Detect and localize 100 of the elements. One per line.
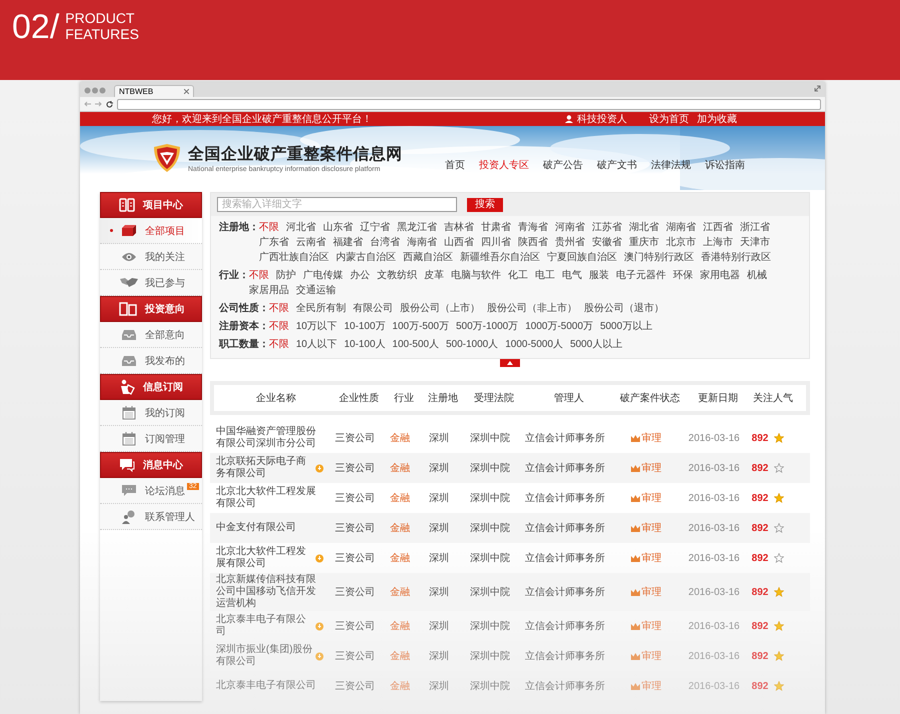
- filter-option[interactable]: 5000万以上: [600, 319, 652, 334]
- sidebar-item[interactable]: 我发布的: [100, 348, 202, 374]
- filter-option[interactable]: 四川省: [481, 235, 511, 250]
- company-name[interactable]: 北京泰丰电子有限公司: [216, 614, 313, 638]
- company-name[interactable]: 中金支付有限公司: [216, 522, 296, 534]
- sidebar-item[interactable]: 我已参与: [100, 270, 202, 296]
- filter-option[interactable]: 电子元器件: [616, 268, 666, 283]
- filter-option[interactable]: 500万-1000万: [456, 319, 518, 334]
- filter-option[interactable]: 电脑与软件: [451, 268, 501, 283]
- star-icon[interactable]: [774, 523, 784, 533]
- filter-option[interactable]: 河北省: [286, 220, 316, 235]
- filter-option[interactable]: 10-100万: [344, 319, 386, 334]
- filter-option[interactable]: 广电传媒: [303, 268, 343, 283]
- filter-option[interactable]: 股份公司（上市）: [400, 301, 480, 316]
- filter-option[interactable]: 天津市: [740, 235, 770, 250]
- filter-option[interactable]: 河南省: [555, 220, 585, 235]
- filter-option[interactable]: 10万以下: [296, 319, 338, 334]
- star-icon[interactable]: [774, 553, 784, 563]
- forward-icon[interactable]: [95, 101, 102, 107]
- nav-tab[interactable]: 投资人专区: [479, 158, 529, 172]
- filter-option[interactable]: 北京市: [666, 235, 696, 250]
- filter-option[interactable]: 100万-500万: [392, 319, 449, 334]
- filter-option[interactable]: 福建省: [333, 235, 363, 250]
- star-icon[interactable]: [774, 493, 784, 503]
- filter-option[interactable]: 广东省: [259, 235, 289, 250]
- sidebar-header[interactable]: 信息订阅: [100, 374, 202, 400]
- filter-option[interactable]: 5000人以上: [570, 337, 622, 352]
- nav-tab[interactable]: 破产文书: [597, 158, 637, 172]
- nav-tab[interactable]: 破产公告: [543, 158, 583, 172]
- filter-option[interactable]: 新疆维吾尔自治区: [460, 250, 540, 265]
- window-buttons-icon[interactable]: [84, 87, 106, 94]
- close-icon[interactable]: [184, 89, 189, 94]
- filter-option[interactable]: 上海市: [703, 235, 733, 250]
- company-name[interactable]: 北京北大软件工程发展有限公司: [216, 546, 313, 570]
- sidebar-item[interactable]: 全部项目: [100, 218, 202, 244]
- sidebar-header[interactable]: 消息中心: [100, 452, 202, 478]
- filter-option[interactable]: 文教纺织: [377, 268, 417, 283]
- nav-tab[interactable]: 首页: [445, 158, 465, 172]
- column-header[interactable]: 破产案件状态: [614, 391, 686, 405]
- column-header[interactable]: 企业性质: [332, 391, 386, 405]
- filter-option[interactable]: 股份公司（退市）: [584, 301, 664, 316]
- filter-option[interactable]: 湖南省: [666, 220, 696, 235]
- sidebar-header[interactable]: 投资意向: [100, 296, 202, 322]
- filter-option[interactable]: 股份公司（非上市）: [487, 301, 577, 316]
- filter-option[interactable]: 辽宁省: [360, 220, 390, 235]
- company-name[interactable]: 北京北大软件工程发展有限公司: [216, 486, 324, 510]
- filter-option[interactable]: 电气: [562, 268, 582, 283]
- filter-option[interactable]: 台湾省: [370, 235, 400, 250]
- column-header[interactable]: 行业: [386, 391, 422, 405]
- column-header[interactable]: 管理人: [524, 391, 614, 405]
- nav-tab[interactable]: 诉讼指南: [705, 158, 745, 172]
- header-link[interactable]: 设为首页: [649, 112, 689, 126]
- filter-option[interactable]: 宁夏回族自治区: [547, 250, 617, 265]
- filter-option[interactable]: 江苏省: [592, 220, 622, 235]
- filter-option[interactable]: 湖北省: [629, 220, 659, 235]
- filter-option[interactable]: 云南省: [296, 235, 326, 250]
- column-header[interactable]: 关注人气: [750, 391, 796, 405]
- filter-option[interactable]: 陕西省: [518, 235, 548, 250]
- nav-tab[interactable]: 法律法规: [651, 158, 691, 172]
- filter-option[interactable]: 不限: [269, 301, 289, 316]
- filter-option[interactable]: 青海省: [518, 220, 548, 235]
- sidebar-item[interactable]: 我的订阅: [100, 400, 202, 426]
- filter-option[interactable]: 电工: [535, 268, 555, 283]
- filter-option[interactable]: 服装: [589, 268, 609, 283]
- address-field[interactable]: [117, 98, 821, 110]
- company-name[interactable]: 北京联拓天际电子商务有限公司: [216, 456, 313, 480]
- filter-option[interactable]: 山西省: [444, 235, 474, 250]
- sidebar-item[interactable]: 订阅管理: [100, 426, 202, 452]
- expand-icon[interactable]: [814, 85, 821, 92]
- back-icon[interactable]: [84, 101, 91, 107]
- filter-option[interactable]: 化工: [508, 268, 528, 283]
- filter-option[interactable]: 广西壮族自治区: [259, 250, 329, 265]
- filter-option[interactable]: 不限: [269, 337, 289, 352]
- company-name[interactable]: 中国华融资产管理股份有限公司深圳市分公司: [216, 426, 324, 450]
- header-link[interactable]: 加为收藏: [697, 112, 737, 126]
- browser-tab[interactable]: NTBWEB: [114, 85, 194, 97]
- filter-option[interactable]: 不限: [259, 220, 279, 235]
- filter-option[interactable]: 海南省: [407, 235, 437, 250]
- column-header[interactable]: 企业名称: [220, 391, 332, 405]
- user-name[interactable]: 科技投资人: [577, 112, 627, 126]
- filter-option[interactable]: 100-500人: [392, 337, 439, 352]
- star-icon[interactable]: [774, 621, 784, 631]
- company-name[interactable]: 北京新媒传信科技有限公司中国移动飞信开发运营机构: [216, 574, 324, 610]
- search-field[interactable]: 搜索输入详细文字: [217, 197, 457, 212]
- filter-option[interactable]: 皮革: [424, 268, 444, 283]
- filter-option[interactable]: 环保: [673, 268, 693, 283]
- search-button[interactable]: 搜索: [467, 198, 503, 212]
- filter-option[interactable]: 家用电器: [700, 268, 740, 283]
- filter-option[interactable]: 甘肃省: [481, 220, 511, 235]
- filter-option[interactable]: 机械: [747, 268, 767, 283]
- star-icon[interactable]: [774, 681, 784, 691]
- filter-option[interactable]: 浙江省: [740, 220, 770, 235]
- filter-option[interactable]: 不限: [269, 319, 289, 334]
- company-name[interactable]: 深圳市振业(集团)股份有限公司: [216, 644, 313, 668]
- sidebar-item[interactable]: 我的关注: [100, 244, 202, 270]
- filter-option[interactable]: 办公: [350, 268, 370, 283]
- star-icon[interactable]: [774, 433, 784, 443]
- sidebar-item[interactable]: 全部意向: [100, 322, 202, 348]
- filter-option[interactable]: 贵州省: [555, 235, 585, 250]
- filter-option[interactable]: 1000万-5000万: [525, 319, 594, 334]
